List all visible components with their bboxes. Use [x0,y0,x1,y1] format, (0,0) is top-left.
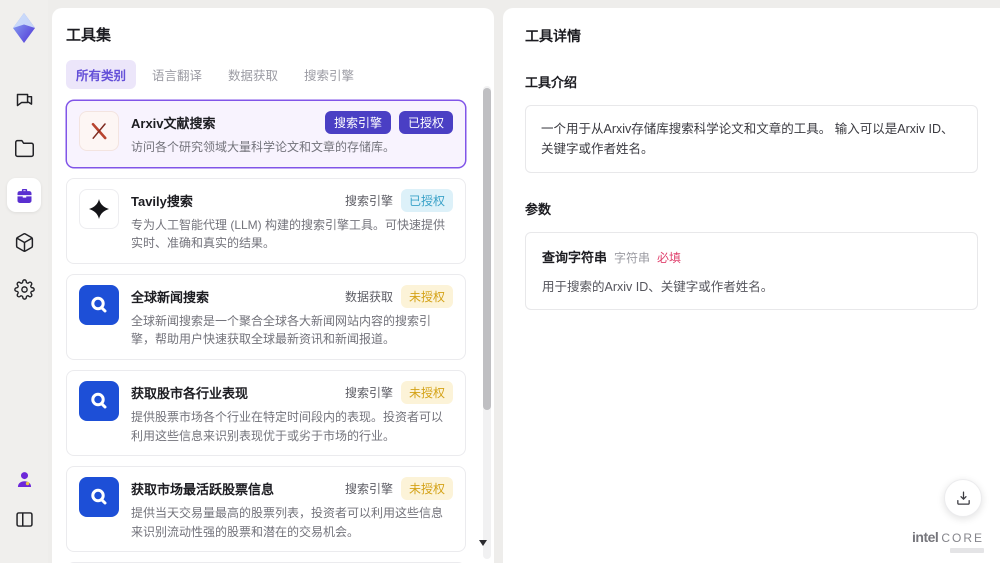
tool-detail-panel: 工具详情 工具介绍 一个用于从Arxiv存储库搜索科学论文和文章的工具。 输入可… [503,8,1000,563]
tool-category-badge: 搜索引擎 [344,482,393,497]
tool-status-badge: 未授权 [400,380,453,404]
category-tab[interactable]: 所有类别 [66,60,137,89]
detail-title: 工具详情 [525,28,581,44]
tool-status-badge: 未授权 [400,477,453,501]
search-logo-icon [79,477,119,518]
search-logo-icon [79,284,119,325]
tool-category-badge: 搜索引擎 [344,193,393,208]
folder-icon [14,139,34,157]
sidebar-item-account[interactable] [7,462,41,496]
params-heading: 参数 [525,202,552,217]
chat-icon [16,93,32,106]
sidebar-item-files[interactable] [7,131,41,165]
tool-title: 全球新闻搜索 [131,289,210,305]
tool-card[interactable]: Arxiv文献搜索 搜索引擎 已授权 访问各个研究领域大量科学论文和文章的存储库… [66,100,466,168]
scroll-down-arrow-icon[interactable] [479,540,487,546]
tool-desc: 访问各个研究领域大量科学论文和文章的存储库。 [131,140,396,154]
tool-desc: 专为人工智能代理 (LLM) 构建的搜索引擎工具。可快速提供实时、准确和真实的结… [131,217,446,251]
tool-card[interactable]: 获取股市各行业表现 搜索引擎 未授权 提供股票市场各个行业在特定时间段内的表现。… [66,369,466,457]
intel-core-logo: intel core [912,530,984,553]
sidebar-item-collapse[interactable] [7,502,41,536]
tool-desc: 提供股票市场各个行业在特定时间段内的表现。投资者可以利用这些信息来识别表现优于或… [131,409,444,443]
core-logo-text: core [941,531,984,545]
panel-layout-icon [15,511,33,527]
sidebar-item-chat[interactable] [7,84,41,118]
tool-title: 获取股市各行业表现 [131,385,249,401]
parameter-card: 查询字符串 字符串 必填 用于搜索的Arxiv ID、关键字或作者姓名。 [525,232,978,310]
tavily-logo-icon [79,188,119,229]
sidebar-rail [0,0,48,563]
tool-category-badge: 搜索引擎 [324,111,391,134]
intel-logo-text: intel [912,529,939,545]
tool-status-badge: 已授权 [398,111,453,134]
tool-list-panel: 工具集 所有类别 语言翻译 数据获取 搜索引擎 Arxiv文献搜索 搜索引擎 已… [52,8,494,563]
scrollbar-thumb[interactable] [483,88,491,410]
briefcase-icon [17,188,31,203]
tool-category-badge: 搜索引擎 [344,385,393,400]
tool-title: Tavily搜索 [131,193,193,209]
tool-status-badge: 已授权 [400,188,453,212]
intro-box: 一个用于从Arxiv存储库搜索科学论文和文章的工具。 输入可以是Arxiv ID… [525,105,978,173]
param-name: 查询字符串 [542,250,608,265]
tool-desc: 全球新闻搜索是一个聚合全球各大新闻网站内容的搜索引擎，帮助用户快速获取全球最新资… [131,313,432,347]
cube-icon [15,232,33,252]
tool-status-badge: 未授权 [400,284,453,308]
arxiv-logo-icon [79,111,119,151]
sidebar-item-settings[interactable] [7,272,41,306]
search-logo-icon [79,380,119,421]
category-tab[interactable]: 数据获取 [218,60,288,89]
list-scrollbar[interactable] [483,86,491,559]
tool-title: 获取市场最活跃股票信息 [131,482,275,498]
download-button[interactable] [944,479,982,517]
user-avatar-icon [17,471,31,487]
param-required-badge: 必填 [657,251,682,265]
tool-category-badge: 数据获取 [344,289,393,304]
tool-card[interactable]: Tavily搜索 搜索引擎 已授权 专为人工智能代理 (LLM) 构建的搜索引擎… [66,177,466,264]
app-logo-icon [13,13,35,43]
tool-list: Arxiv文献搜索 搜索引擎 已授权 访问各个研究领域大量科学论文和文章的存储库… [66,100,480,563]
gear-icon [13,278,35,300]
intel-logo-sub-bar [950,548,984,553]
param-desc: 用于搜索的Arxiv ID、关键字或作者姓名。 [542,280,774,294]
page-title: 工具集 [66,27,112,44]
intro-heading: 工具介绍 [525,75,578,90]
tool-card[interactable]: 全球新闻搜索 数据获取 未授权 全球新闻搜索是一个聚合全球各大新闻网站内容的搜索… [66,273,466,360]
category-tab[interactable]: 搜索引擎 [294,60,364,89]
tool-title: Arxiv文献搜索 [131,116,216,131]
category-tabs: 所有类别 语言翻译 数据获取 搜索引擎 [66,60,480,89]
category-tab[interactable]: 语言翻译 [142,60,212,89]
tool-desc: 提供当天交易量最高的股票列表，投资者可以利用这些信息来识别流动性强的股票和潜在的… [131,506,444,539]
sidebar-item-tools[interactable] [7,178,41,212]
param-type: 字符串 [614,251,651,265]
tool-card[interactable]: 获取市场最活跃股票信息 搜索引擎 未授权 提供当天交易量最高的股票列表，投资者可… [66,466,466,553]
sidebar-item-plugins[interactable] [7,225,41,259]
download-icon [956,490,970,505]
